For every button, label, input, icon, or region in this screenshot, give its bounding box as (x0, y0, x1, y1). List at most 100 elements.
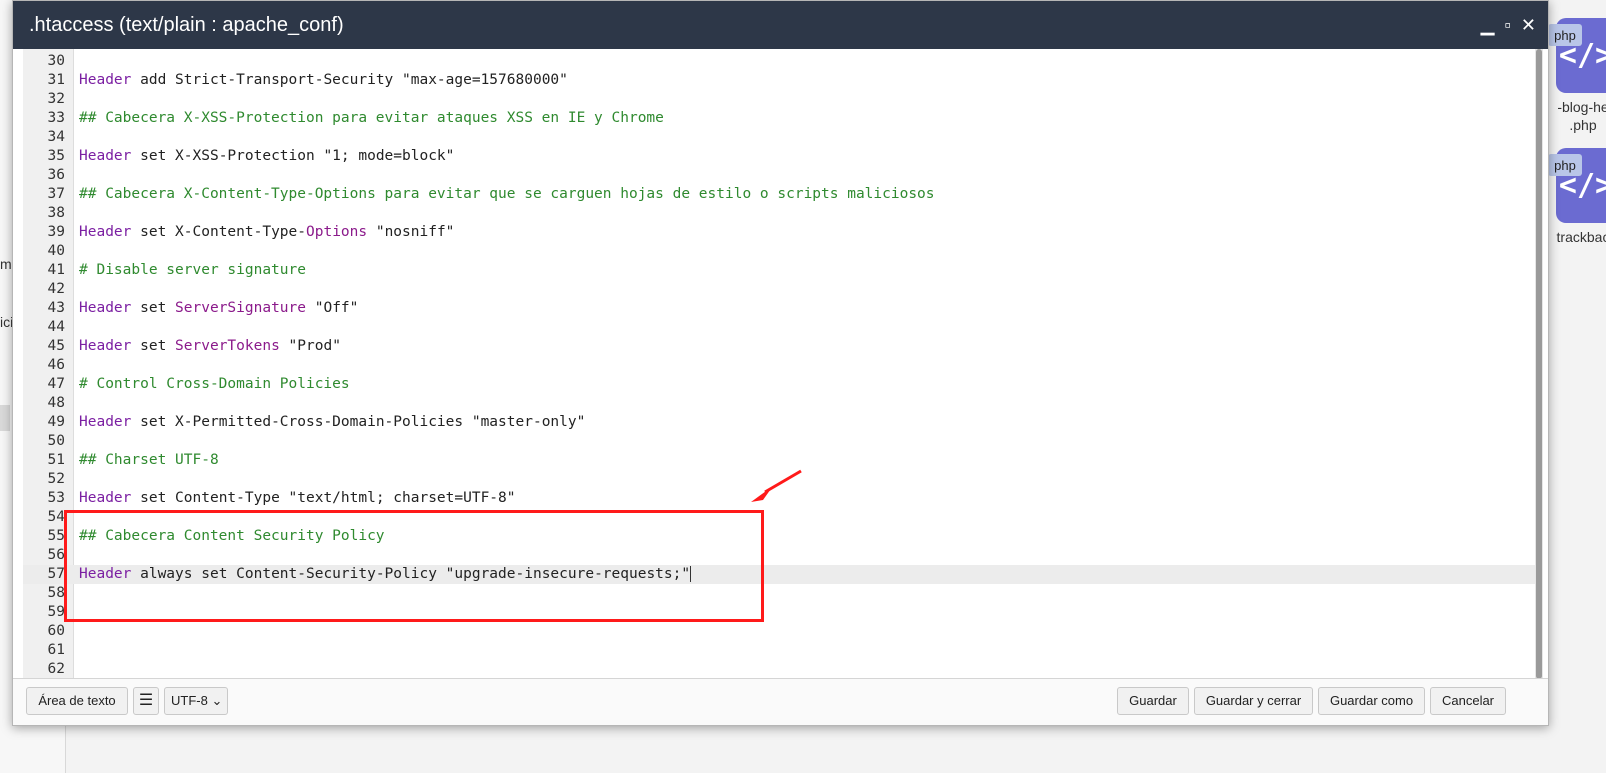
line-number: 31 (47, 72, 65, 88)
text-token: set X-Content-Type- (131, 224, 306, 240)
line-number: 57 (47, 566, 65, 582)
file-type-badge: php (1548, 24, 1582, 46)
line-number: 36 (47, 167, 65, 183)
code-text: ## Cabecera X-Content-Type-Options para … (79, 185, 935, 204)
code-line[interactable]: 60 (23, 622, 1543, 641)
line-number: 53 (47, 490, 65, 506)
line-number: 59 (47, 604, 65, 620)
code-line[interactable]: 31 Header add Strict-Transport-Security "… (23, 71, 1543, 90)
line-number: 51 (47, 452, 65, 468)
line-number: 47 (47, 376, 65, 392)
text-token: set X-Permitted-Cross-Domain-Policies "m… (131, 414, 586, 430)
line-number: 37 (47, 186, 65, 202)
cancel-button[interactable]: Cancelar (1430, 687, 1506, 715)
encoding-select[interactable]: UTF-8 ⌄ (164, 687, 228, 715)
code-line[interactable]: 35 Header set X-XSS-Protection "1; mode=b… (23, 147, 1543, 166)
line-number: 40 (47, 243, 65, 259)
code-text: Header set ServerTokens "Prod" (79, 337, 341, 356)
dialog-titlebar[interactable]: .htaccess (text/plain : apache_conf) ▁ ▫… (13, 1, 1548, 49)
code-text: Header set Content-Type "text/html; char… (79, 489, 516, 508)
code-line[interactable]: 40 (23, 242, 1543, 261)
code-text: Header set X-XSS-Protection "1; mode=blo… (79, 147, 454, 166)
code-line[interactable]: 62 (23, 660, 1543, 679)
scrollbar-thumb[interactable] (1536, 49, 1542, 679)
code-text: Header set X-Content-Type-Options "nosni… (79, 223, 454, 242)
line-number: 33 (47, 110, 65, 126)
line-number: 45 (47, 338, 65, 354)
code-line[interactable]: 61 (23, 641, 1543, 660)
code-line[interactable]: 30 (23, 52, 1543, 71)
save-button[interactable]: Guardar (1117, 687, 1189, 715)
dialog-title: .htaccess (text/plain : apache_conf) (29, 14, 344, 36)
annotation-highlight-box (64, 510, 764, 622)
comment-token: # Control Cross-Domain Policies (79, 376, 350, 392)
file-name: trackbac (1556, 229, 1606, 245)
keyword-token: Header (79, 490, 132, 506)
line-number: 50 (47, 433, 65, 449)
comment-token: ## Charset UTF-8 (79, 452, 219, 468)
line-number: 42 (47, 281, 65, 297)
sidebar-text-fragment: m (0, 256, 12, 272)
code-text: ## Cabecera X-XSS-Protection para evitar… (79, 109, 664, 128)
text-token: "Prod" (279, 338, 341, 354)
sidebar-selection (0, 405, 10, 431)
text-token: set (131, 300, 176, 316)
code-line[interactable]: 46 (23, 356, 1543, 375)
maximize-icon[interactable]: ▫ (1505, 1, 1511, 49)
file-type-badge: php (1548, 154, 1582, 176)
line-number: 61 (47, 642, 65, 658)
text-token: add Strict-Transport-Security "max-age=1… (131, 72, 568, 88)
line-number: 38 (47, 205, 65, 221)
chevron-down-icon: ⌄ (211, 693, 223, 708)
keyword-token: Header (79, 338, 132, 354)
keyword-token: Header (79, 224, 132, 240)
code-line[interactable]: 49 Header set X-Permitted-Cross-Domain-Po… (23, 413, 1543, 432)
editor-scrollbar[interactable] (1535, 49, 1543, 679)
code-line[interactable]: 33 ## Cabecera X-XSS-Protection para evit… (23, 109, 1543, 128)
line-number: 49 (47, 414, 65, 430)
directive-token: ServerTokens (175, 338, 280, 354)
code-line[interactable]: 42 (23, 280, 1543, 299)
code-line[interactable]: 44 (23, 318, 1543, 337)
code-line[interactable]: 41 # Disable server signature (23, 261, 1543, 280)
minimize-icon[interactable]: ▁ (1481, 1, 1495, 49)
comment-token: ## Cabecera X-Content-Type-Options para … (79, 186, 935, 202)
keyword-token: Header (79, 414, 132, 430)
text-token: "Off" (306, 300, 359, 316)
code-line[interactable]: 39 Header set X-Content-Type-Options "nos… (23, 223, 1543, 242)
line-number: 56 (47, 547, 65, 563)
line-number: 62 (47, 661, 65, 677)
annotation-arrow-icon (751, 469, 802, 502)
close-icon[interactable]: ✕ (1521, 1, 1536, 49)
keyword-token: Header (79, 72, 132, 88)
line-number: 54 (47, 509, 65, 525)
line-number: 35 (47, 148, 65, 164)
directive-token: ServerSignature (175, 300, 306, 316)
save-and-close-button[interactable]: Guardar y cerrar (1194, 687, 1313, 715)
comment-token: # Disable server signature (79, 262, 306, 278)
code-line[interactable]: 45 Header set ServerTokens "Prod" (23, 337, 1543, 356)
keyword-token: Header (79, 148, 132, 164)
line-number: 55 (47, 528, 65, 544)
code-line[interactable]: 47 # Control Cross-Domain Policies (23, 375, 1543, 394)
code-line[interactable]: 50 (23, 432, 1543, 451)
line-number: 43 (47, 300, 65, 316)
code-line[interactable]: 34 (23, 128, 1543, 147)
line-number: 32 (47, 91, 65, 107)
dialog-footer: Área de texto ☰ UTF-8 ⌄ Guardar Guardar … (13, 678, 1548, 725)
code-line[interactable]: 43 Header set ServerSignature "Off" (23, 299, 1543, 318)
text-area-mode-button[interactable]: Área de texto (26, 687, 128, 715)
sliders-icon[interactable]: ☰ (133, 687, 159, 715)
code-text: # Control Cross-Domain Policies (79, 375, 350, 394)
code-line[interactable]: 48 (23, 394, 1543, 413)
save-as-button[interactable]: Guardar como (1318, 687, 1425, 715)
code-line[interactable]: 38 (23, 204, 1543, 223)
code-line[interactable]: 32 (23, 90, 1543, 109)
code-text: # Disable server signature (79, 261, 306, 280)
file-name: -blog-he .php (1557, 99, 1606, 133)
keyword-token: Header (79, 300, 132, 316)
code-text: Header add Strict-Transport-Security "ma… (79, 71, 568, 90)
code-line[interactable]: 37 ## Cabecera X-Content-Type-Options par… (23, 185, 1543, 204)
code-line[interactable]: 36 (23, 166, 1543, 185)
line-number: 46 (47, 357, 65, 373)
